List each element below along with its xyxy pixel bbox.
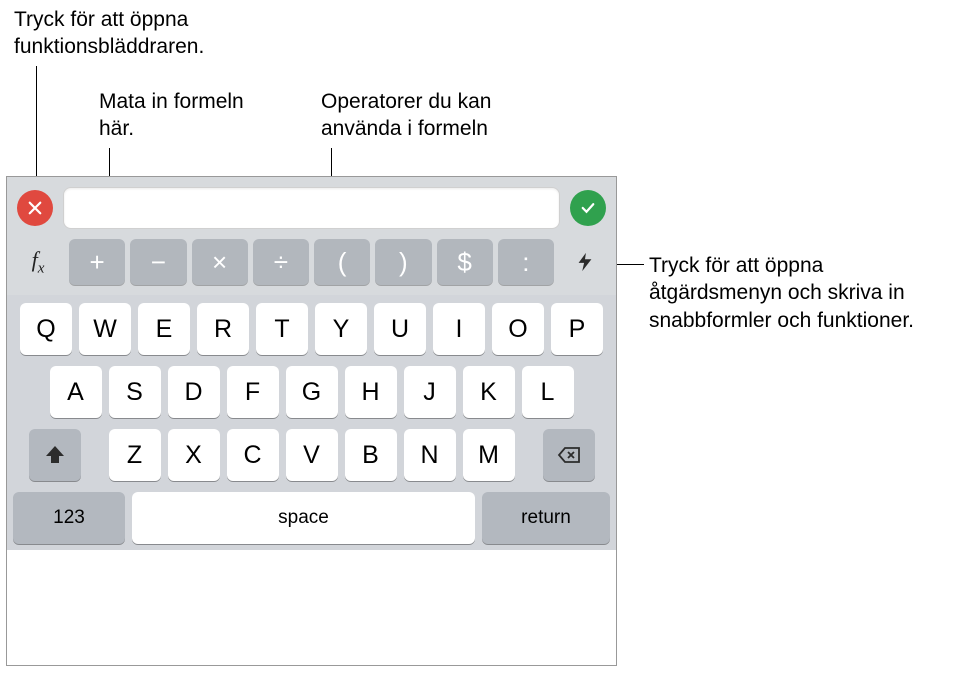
quick-actions-button[interactable] <box>560 239 610 285</box>
key-b[interactable]: B <box>345 429 397 481</box>
key-a[interactable]: A <box>50 366 102 418</box>
key-backspace[interactable] <box>543 429 595 481</box>
checkmark-icon <box>579 199 597 217</box>
key-row-1: Q W E R T Y U I O P <box>13 303 610 355</box>
fx-label: fx <box>32 247 45 277</box>
key-row-3: Z X C V B N M <box>13 429 610 481</box>
key-w[interactable]: W <box>79 303 131 355</box>
qwerty-keyboard: Q W E R T Y U I O P A S D F G H J K L <box>7 295 616 550</box>
confirm-button[interactable] <box>570 190 606 226</box>
close-icon <box>26 199 44 217</box>
cancel-button[interactable] <box>17 190 53 226</box>
operator-keys: + − × ÷ ( ) $ : <box>69 239 554 285</box>
formula-bar <box>7 177 616 235</box>
key-row-bottom: 123 space return <box>13 492 610 544</box>
key-shift[interactable] <box>29 429 81 481</box>
key-n[interactable]: N <box>404 429 456 481</box>
callout-formula: Mata in formeln här. <box>99 88 269 143</box>
key-h[interactable]: H <box>345 366 397 418</box>
key-space[interactable]: space <box>132 492 475 544</box>
key-o[interactable]: O <box>492 303 544 355</box>
key-m[interactable]: M <box>463 429 515 481</box>
operator-plus[interactable]: + <box>69 239 125 285</box>
key-x[interactable]: X <box>168 429 220 481</box>
operator-open-paren[interactable]: ( <box>314 239 370 285</box>
operator-dollar[interactable]: $ <box>437 239 493 285</box>
bolt-icon <box>574 251 596 273</box>
callout-fx: Tryck för att öppna funktionsbläddraren. <box>14 6 274 61</box>
key-y[interactable]: Y <box>315 303 367 355</box>
key-return[interactable]: return <box>482 492 610 544</box>
operator-colon[interactable]: : <box>498 239 554 285</box>
key-t[interactable]: T <box>256 303 308 355</box>
operator-close-paren[interactable]: ) <box>375 239 431 285</box>
shift-icon <box>43 443 67 467</box>
operator-multiply[interactable]: × <box>192 239 248 285</box>
key-u[interactable]: U <box>374 303 426 355</box>
key-s[interactable]: S <box>109 366 161 418</box>
backspace-icon <box>557 443 581 467</box>
operator-minus[interactable]: − <box>130 239 186 285</box>
key-g[interactable]: G <box>286 366 338 418</box>
key-i[interactable]: I <box>433 303 485 355</box>
operator-row: fx + − × ÷ ( ) $ : <box>7 235 616 295</box>
formula-keyboard-panel: fx + − × ÷ ( ) $ : Q W E R T Y U I O P <box>6 176 617 666</box>
key-row-2: A S D F G H J K L <box>13 366 610 418</box>
key-v[interactable]: V <box>286 429 338 481</box>
operator-divide[interactable]: ÷ <box>253 239 309 285</box>
key-r[interactable]: R <box>197 303 249 355</box>
key-z[interactable]: Z <box>109 429 161 481</box>
key-p[interactable]: P <box>551 303 603 355</box>
key-q[interactable]: Q <box>20 303 72 355</box>
key-j[interactable]: J <box>404 366 456 418</box>
key-123[interactable]: 123 <box>13 492 125 544</box>
callout-bolt: Tryck för att öppna åtgärdsmenyn och skr… <box>649 252 939 334</box>
key-d[interactable]: D <box>168 366 220 418</box>
key-e[interactable]: E <box>138 303 190 355</box>
key-f[interactable]: F <box>227 366 279 418</box>
key-k[interactable]: K <box>463 366 515 418</box>
function-browser-button[interactable]: fx <box>13 239 63 285</box>
key-c[interactable]: C <box>227 429 279 481</box>
formula-input[interactable] <box>63 187 560 229</box>
key-l[interactable]: L <box>522 366 574 418</box>
callout-operators: Operatorer du kan använda i formeln <box>321 88 551 143</box>
